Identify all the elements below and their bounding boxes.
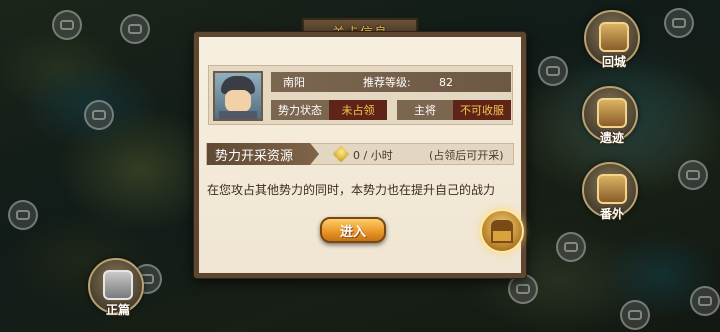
side-story-label: 番外 [599, 207, 624, 221]
stage-info-card: 南阳 推荐等级: 82 势力状态 未占领 主将 不可收服 [208, 65, 513, 125]
map-city-marker[interactable] [8, 200, 38, 230]
map-city-marker[interactable] [120, 14, 150, 44]
scroll-icon [597, 174, 627, 204]
map-city-marker[interactable] [52, 10, 82, 40]
recommended-level-label: 推荐等级: [363, 76, 411, 89]
status-row: 势力状态 未占领 主将 不可收服 [271, 100, 511, 120]
map-city-marker[interactable] [538, 56, 568, 86]
stage-name: 南阳 [283, 76, 305, 89]
general-label: 主将 [397, 100, 453, 120]
castle-icon [599, 22, 629, 52]
map-city-marker[interactable] [620, 300, 650, 330]
map-city-marker[interactable] [664, 8, 694, 38]
map-city-marker[interactable] [556, 232, 586, 262]
resource-title: 势力开采资源 [207, 143, 319, 165]
relic-button[interactable]: 遗迹 [582, 86, 638, 145]
resource-rate: 0 / 小时 [353, 149, 393, 162]
main-story-label: 正篇 [105, 303, 130, 317]
general-value: 不可收服 [453, 100, 511, 120]
return-city-label: 回城 [601, 55, 626, 69]
main-story-button[interactable]: 正篇 [88, 258, 144, 317]
stage-description: 在您攻占其他势力的同时，本势力也在提升自己的战力 [207, 183, 496, 197]
stage-name-row: 南阳 推荐等级: 82 [271, 72, 511, 92]
relic-label: 遗迹 [599, 131, 624, 145]
gold-coin-icon [332, 145, 350, 163]
treasure-icon [597, 98, 627, 128]
map-city-marker[interactable] [678, 160, 708, 190]
enter-button[interactable]: 进入 [320, 217, 386, 243]
side-story-button[interactable]: 番外 [582, 162, 638, 221]
map-city-marker[interactable] [84, 100, 114, 130]
return-city-button[interactable]: 回城 [584, 10, 640, 69]
recommended-level-value: 82 [439, 75, 453, 89]
map-city-marker[interactable] [690, 286, 720, 316]
resource-note: (占领后可开采) [429, 149, 504, 162]
map-city-marker[interactable] [508, 274, 538, 304]
faction-status-value: 未占领 [329, 100, 387, 120]
resource-bar: 势力开采资源 0 / 小时 (占领后可开采) [206, 143, 514, 165]
crossed-swords-icon [103, 270, 133, 300]
general-portrait [213, 71, 263, 121]
treasure-chest-button[interactable] [480, 209, 524, 253]
faction-status-label: 势力状态 [271, 100, 329, 120]
